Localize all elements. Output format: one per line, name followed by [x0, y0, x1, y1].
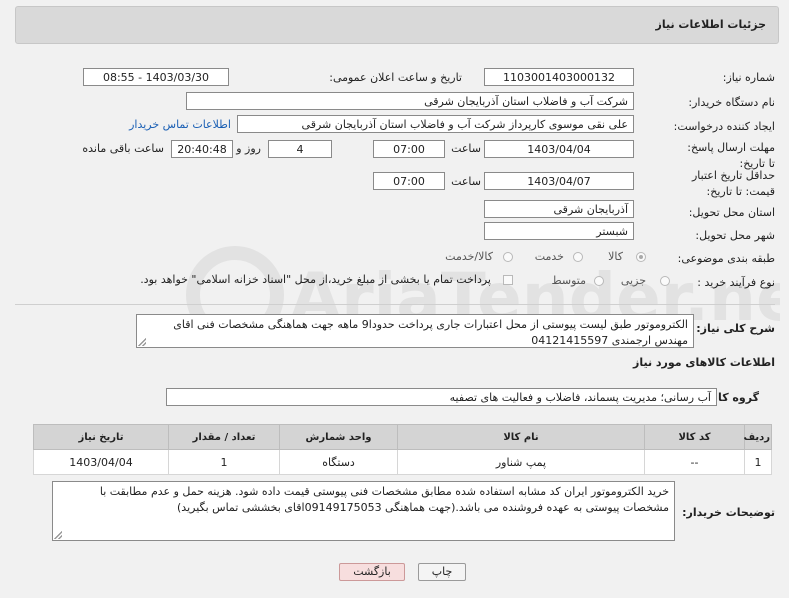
buyer-contact-link[interactable]: اطلاعات تماس خریدار: [129, 118, 231, 131]
buyer-notes-field: خرید الکتروموتور ایران کد مشابه استفاده …: [52, 481, 675, 541]
treasury-checkbox[interactable]: [503, 275, 513, 285]
divider: [15, 304, 775, 305]
remaining-time-field: 20:40:48: [171, 140, 233, 158]
table-row: 1 -- پمپ شناور دستگاه 1 1403/04/04: [33, 449, 772, 475]
validity-date-field: 1403/04/07: [484, 172, 634, 190]
buyer-org-label: نام دستگاه خریدار:: [688, 96, 775, 109]
cell-item-code: --: [644, 449, 745, 475]
announce-date-field: 1403/03/30 - 08:55: [83, 68, 229, 86]
col-header-item-code: کد کالا: [644, 424, 745, 450]
reply-hour-label: ساعت: [451, 142, 481, 155]
days-label: روز و: [236, 142, 261, 155]
category-option-service: خدمت: [534, 250, 564, 263]
requester-label: ایجاد کننده درخواست:: [673, 120, 775, 133]
buyer-notes-resize-grip[interactable]: [54, 531, 62, 539]
city-field: شبستر: [484, 222, 634, 240]
category-option-goods-service: کالا/خدمت: [445, 250, 493, 263]
goods-section-title: اطلاعات کالاهای مورد نیاز: [633, 356, 775, 369]
cell-need-date: 1403/04/04: [33, 449, 169, 475]
need-number-label: شماره نیاز:: [722, 71, 775, 84]
process-radio-minor[interactable]: [660, 276, 670, 286]
category-radio-goods[interactable]: [636, 252, 646, 262]
process-option-minor: جزیی: [620, 274, 646, 287]
validity-hour-label: ساعت: [451, 175, 481, 188]
cell-row-number: 1: [744, 449, 772, 475]
category-option-goods: کالا: [608, 250, 623, 263]
col-header-row-number: ردیف: [743, 424, 772, 450]
process-label: نوع فرآیند خرید :: [697, 276, 775, 289]
col-header-quantity: تعداد / مقدار: [168, 424, 280, 450]
goods-group-field: آب رسانی؛ مدیریت پسماند، فاضلاب و فعالیت…: [166, 388, 717, 406]
announce-date-label: تاریخ و ساعت اعلان عمومی:: [329, 71, 462, 84]
reply-date-field: 1403/04/04: [484, 140, 634, 158]
cell-quantity: 1: [168, 449, 280, 475]
buyer-notes-label: توضیحات خریدار:: [682, 506, 775, 519]
reply-time-field: 07:00: [373, 140, 445, 158]
validity-label: حداقل تاریخ اعتبار قیمت: تا تاریخ:: [691, 169, 775, 198]
table-header-row: ردیف کد کالا نام کالا واحد شمارش تعداد /…: [33, 424, 772, 450]
buyer-org-field: شرکت آب و فاضلاب استان آذربایجان شرقی: [186, 92, 634, 110]
province-label: استان محل تحویل:: [688, 206, 775, 219]
province-field: آذربایجان شرقی: [484, 200, 634, 218]
description-resize-grip[interactable]: [138, 338, 146, 346]
description-label: شرح کلی نیاز:: [696, 322, 775, 335]
city-label: شهر محل تحویل:: [695, 229, 775, 242]
process-option-medium: متوسط: [551, 274, 586, 287]
header-panel: جزئیات اطلاعات نیاز: [15, 6, 779, 44]
category-radio-goods-service[interactable]: [503, 252, 513, 262]
print-button[interactable]: چاپ: [418, 563, 466, 581]
remaining-label: ساعت باقی مانده: [82, 142, 164, 155]
category-radio-service[interactable]: [573, 252, 583, 262]
requester-field: علی نقی موسوی کارپرداز شرکت آب و فاضلاب …: [237, 115, 634, 133]
description-field: الکتروموتور طبق لیست پیوستی از محل اعتبا…: [136, 314, 694, 348]
col-header-unit: واحد شمارش: [279, 424, 398, 450]
col-header-need-date: تاریخ نیاز: [33, 424, 169, 450]
validity-time-field: 07:00: [373, 172, 445, 190]
treasury-note: پرداخت تمام یا بخشی از مبلغ خرید،از محل …: [140, 273, 491, 286]
col-header-item-name: نام کالا: [397, 424, 645, 450]
page-title: جزئیات اطلاعات نیاز: [655, 18, 767, 31]
goods-table: ردیف کد کالا نام کالا واحد شمارش تعداد /…: [33, 424, 772, 475]
days-field: 4: [268, 140, 332, 158]
category-label: طبقه بندی موضوعی:: [677, 252, 775, 265]
cell-unit: دستگاه: [279, 449, 398, 475]
back-button[interactable]: بازگشت: [339, 563, 405, 581]
cell-item-name: پمپ شناور: [397, 449, 645, 475]
need-number-field: 1103001403000132: [484, 68, 634, 86]
process-radio-medium[interactable]: [594, 276, 604, 286]
